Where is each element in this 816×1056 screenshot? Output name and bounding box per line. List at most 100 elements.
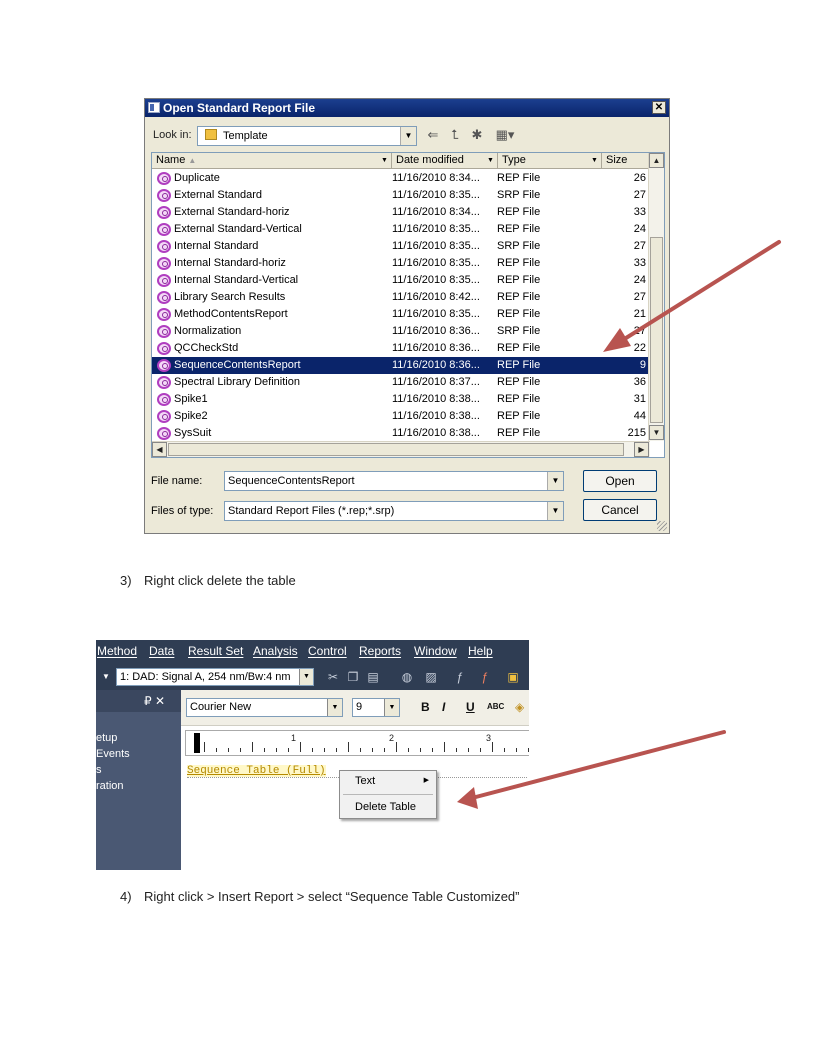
menu-help[interactable]: Help [468, 640, 493, 662]
chevron-down-icon[interactable]: ▼ [327, 699, 342, 716]
ruler: 1 2 3 [185, 730, 529, 756]
table-row[interactable]: Internal Standard-Vertical 11/16/2010 8:3… [152, 272, 650, 289]
chevron-down-icon[interactable]: ▼ [299, 669, 313, 685]
menu-result-set[interactable]: Result Set [188, 640, 243, 662]
chart-icon[interactable]: ▨ [424, 670, 438, 684]
ruler-margin-marker[interactable] [194, 733, 200, 753]
font-select[interactable]: Courier New ▼ [186, 698, 343, 717]
horizontal-scrollbar[interactable]: ◀ ▶ [152, 441, 650, 457]
file-name: MethodContentsReport [174, 308, 288, 320]
panel-controls[interactable]: ₽ ✕ [144, 690, 165, 712]
table-row[interactable]: Internal Standard-horiz 11/16/2010 8:35..… [152, 255, 650, 272]
menu-control[interactable]: Control [308, 640, 347, 662]
menu-analysis[interactable]: Analysis [253, 640, 298, 662]
menu-method[interactable]: Method [97, 640, 137, 662]
files-of-type-label: Files of type: [151, 505, 214, 517]
scroll-thumb[interactable] [650, 237, 663, 423]
cancel-button[interactable]: Cancel [583, 499, 657, 521]
table-row[interactable]: Internal Standard 11/16/2010 8:35... SRP F… [152, 238, 650, 255]
ruler-tick [480, 748, 481, 752]
table-row[interactable]: Spike2 11/16/2010 8:38... REP File 44 [152, 408, 650, 425]
table-row[interactable]: MethodContentsReport 11/16/2010 8:35... RE… [152, 306, 650, 323]
file-size: 215 [627, 427, 646, 439]
look-in-combo[interactable]: Template ▼ [197, 126, 417, 146]
report-file-icon [157, 274, 171, 287]
chevron-down-icon[interactable]: ▼ [99, 670, 113, 684]
table-row[interactable]: QCCheckStd 11/16/2010 8:36... REP File 22 [152, 340, 650, 357]
side-item-ration[interactable]: ration [96, 780, 124, 792]
copy-icon[interactable]: ❐ [346, 670, 360, 684]
up-folder-icon[interactable]: ⮤ [447, 127, 463, 143]
context-item-delete-table[interactable]: Delete Table [355, 801, 416, 813]
menu-reports[interactable]: Reports [359, 640, 401, 662]
files-of-type-select[interactable]: Standard Report Files (*.rep;*.srp) ▼ [224, 501, 564, 521]
table-row[interactable]: Library Search Results 11/16/2010 8:42...… [152, 289, 650, 306]
menu-window[interactable]: Window [414, 640, 457, 662]
italic-button[interactable]: I [442, 700, 445, 714]
resize-grip[interactable] [657, 521, 667, 531]
file-size: 33 [633, 257, 646, 269]
table-row[interactable]: Spike1 11/16/2010 8:38... REP File 31 [152, 391, 650, 408]
bold-button[interactable]: B [421, 700, 430, 714]
file-list[interactable]: Name ▲ ▼ Date modified ▼ Type ▼ Size Dup… [151, 152, 665, 458]
side-item-setup[interactable]: etup [96, 732, 117, 744]
chevron-down-icon[interactable]: ▼ [379, 154, 390, 167]
signal-select[interactable]: 1: DAD: Signal A, 254 nm/Bw:4 nm ▼ [116, 668, 314, 686]
function-edit-icon[interactable]: ƒ [478, 670, 492, 684]
chevron-down-icon[interactable]: ▼ [485, 154, 496, 167]
menu-data[interactable]: Data [149, 640, 174, 662]
open-report-dialog: Open Standard Report File ✕ Look in: Tem… [144, 98, 670, 534]
insert-icon[interactable]: ◈ [515, 700, 524, 714]
report-icon[interactable]: ▣ [506, 670, 520, 684]
side-item-events[interactable]: Events [96, 748, 130, 760]
ruler-tick [360, 748, 361, 752]
context-item-text[interactable]: Text [355, 775, 375, 787]
report-file-icon [157, 172, 171, 185]
file-type: SRP File [497, 189, 541, 201]
scroll-thumb[interactable] [168, 443, 624, 456]
function-icon[interactable]: ƒ [453, 670, 467, 684]
chevron-down-icon[interactable]: ▼ [384, 699, 399, 716]
column-name[interactable]: Name ▲ ▼ [152, 153, 392, 169]
scroll-right-icon[interactable]: ▶ [634, 442, 649, 457]
table-row[interactable]: Duplicate 11/16/2010 8:34... REP File 26 [152, 170, 650, 187]
chevron-down-icon[interactable]: ▼ [547, 472, 563, 490]
table-row[interactable]: Normalization 11/16/2010 8:36... SRP File 2… [152, 323, 650, 340]
file-rows: Duplicate 11/16/2010 8:34... REP File 26 Ext… [152, 170, 650, 442]
file-name: Library Search Results [174, 291, 286, 303]
column-date[interactable]: Date modified ▼ [392, 153, 498, 169]
vertical-scrollbar[interactable]: ▲ ▼ [648, 153, 664, 441]
cut-icon[interactable]: ✂ [326, 670, 340, 684]
chevron-down-icon[interactable]: ▼ [547, 502, 563, 520]
table-row[interactable]: External Standard-horiz 11/16/2010 8:34..… [152, 204, 650, 221]
step-4: 4) Right click > Insert Report > select “… [120, 889, 520, 904]
view-menu-icon[interactable]: ▦▾ [493, 127, 517, 143]
file-date: 11/16/2010 8:35... [392, 257, 480, 269]
chevron-down-icon[interactable]: ▼ [589, 154, 600, 167]
chevron-down-icon[interactable]: ▼ [400, 127, 416, 145]
column-type[interactable]: Type ▼ [498, 153, 602, 169]
close-button[interactable]: ✕ [652, 101, 666, 114]
table-row[interactable]: Spectral Library Definition 11/16/2010 8:… [152, 374, 650, 391]
column-size[interactable]: Size [602, 153, 650, 169]
scroll-left-icon[interactable]: ◀ [152, 442, 167, 457]
ruler-tick [372, 748, 373, 752]
new-folder-icon[interactable]: ✱ [469, 127, 485, 143]
scroll-down-icon[interactable]: ▼ [649, 425, 664, 440]
database-icon[interactable]: ◍ [400, 670, 414, 684]
table-row[interactable]: SequenceContentsReport 11/16/2010 8:36...… [152, 357, 650, 374]
back-arrow-icon[interactable]: ⇐ [425, 127, 441, 143]
table-row[interactable]: SysSuit 11/16/2010 8:38... REP File 215 [152, 425, 650, 442]
ruler-tick [336, 748, 337, 752]
underline-button[interactable]: U [466, 700, 475, 714]
file-name-input[interactable]: SequenceContentsReport ▼ [224, 471, 564, 491]
open-button[interactable]: Open [583, 470, 657, 492]
spellcheck-button[interactable]: ABC [487, 702, 504, 711]
ruler-tick [468, 748, 469, 752]
paste-icon[interactable]: ▤ [366, 670, 380, 684]
side-item-s[interactable]: s [96, 764, 102, 776]
table-row[interactable]: External Standard-Vertical 11/16/2010 8:3… [152, 221, 650, 238]
font-size-select[interactable]: 9 ▼ [352, 698, 400, 717]
table-row[interactable]: External Standard 11/16/2010 8:35... SRP F… [152, 187, 650, 204]
scroll-up-icon[interactable]: ▲ [649, 153, 664, 168]
